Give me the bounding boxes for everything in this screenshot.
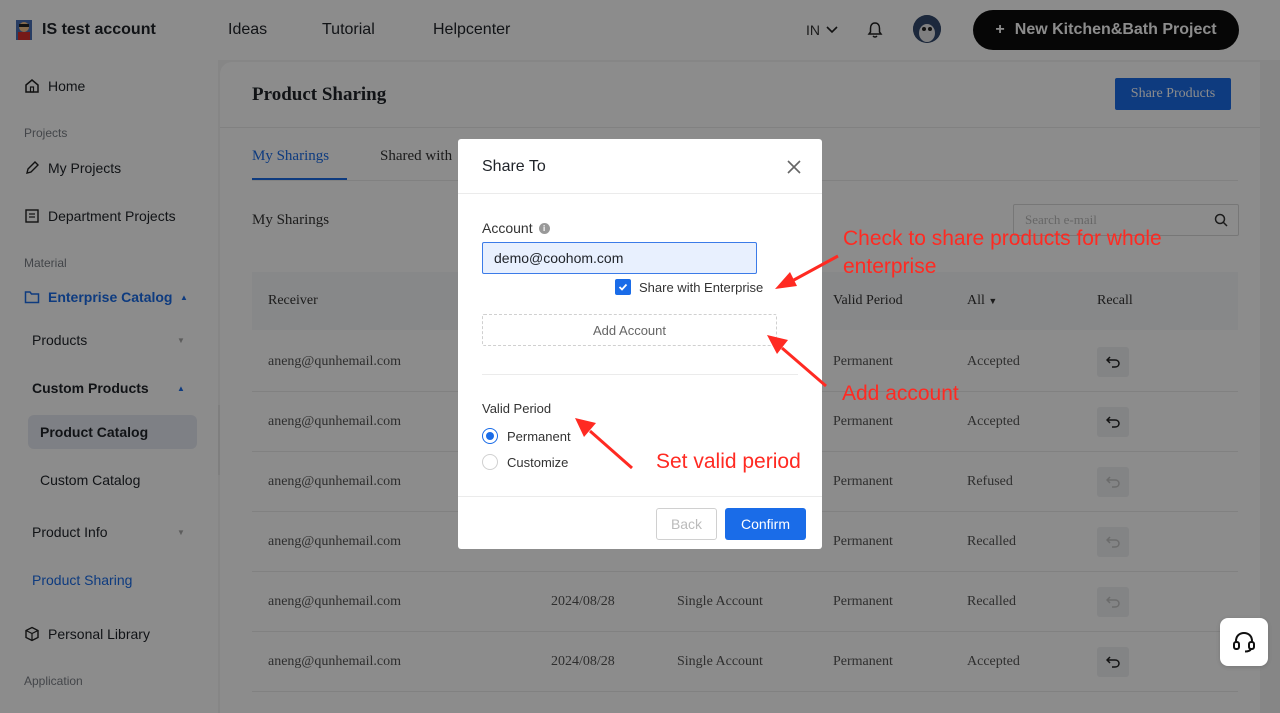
support-button[interactable] (1220, 618, 1268, 666)
share-with-enterprise-label: Share with Enterprise (639, 279, 764, 295)
share-to-dialog: Share To Account i Share with Enterprise… (458, 139, 822, 549)
account-input[interactable] (482, 242, 757, 274)
annotation-enterprise-line2: enterprise (843, 255, 937, 278)
radio-label: Permanent (507, 428, 571, 444)
divider (482, 374, 798, 375)
annotation-valid-period: Set valid period (656, 450, 801, 473)
annotation-enterprise: Check to share products for whole enterp… (843, 225, 1162, 281)
annotation-enterprise-line1: Check to share products for whole (843, 227, 1162, 250)
radio-unselected-icon (482, 454, 498, 470)
add-account-button[interactable]: Add Account (482, 314, 777, 346)
valid-period-label: Valid Period (482, 401, 552, 416)
confirm-button[interactable]: Confirm (725, 508, 806, 540)
dialog-title: Share To (482, 158, 546, 175)
checkbox-checked-icon (615, 279, 631, 295)
account-label-text: Account (482, 220, 533, 236)
share-with-enterprise-checkbox[interactable]: Share with Enterprise (615, 279, 763, 295)
back-button[interactable]: Back (656, 508, 717, 540)
info-icon[interactable]: i (538, 222, 550, 234)
radio-customize[interactable]: Customize (482, 454, 568, 470)
radio-selected-icon (482, 428, 498, 444)
close-icon[interactable] (786, 159, 802, 175)
divider (458, 496, 822, 497)
divider (458, 193, 822, 194)
radio-label: Customize (507, 454, 569, 470)
annotation-add-account: Add account (842, 382, 959, 405)
headset-icon (1233, 631, 1255, 653)
radio-permanent[interactable]: Permanent (482, 428, 571, 444)
account-label: Account i (482, 220, 550, 236)
